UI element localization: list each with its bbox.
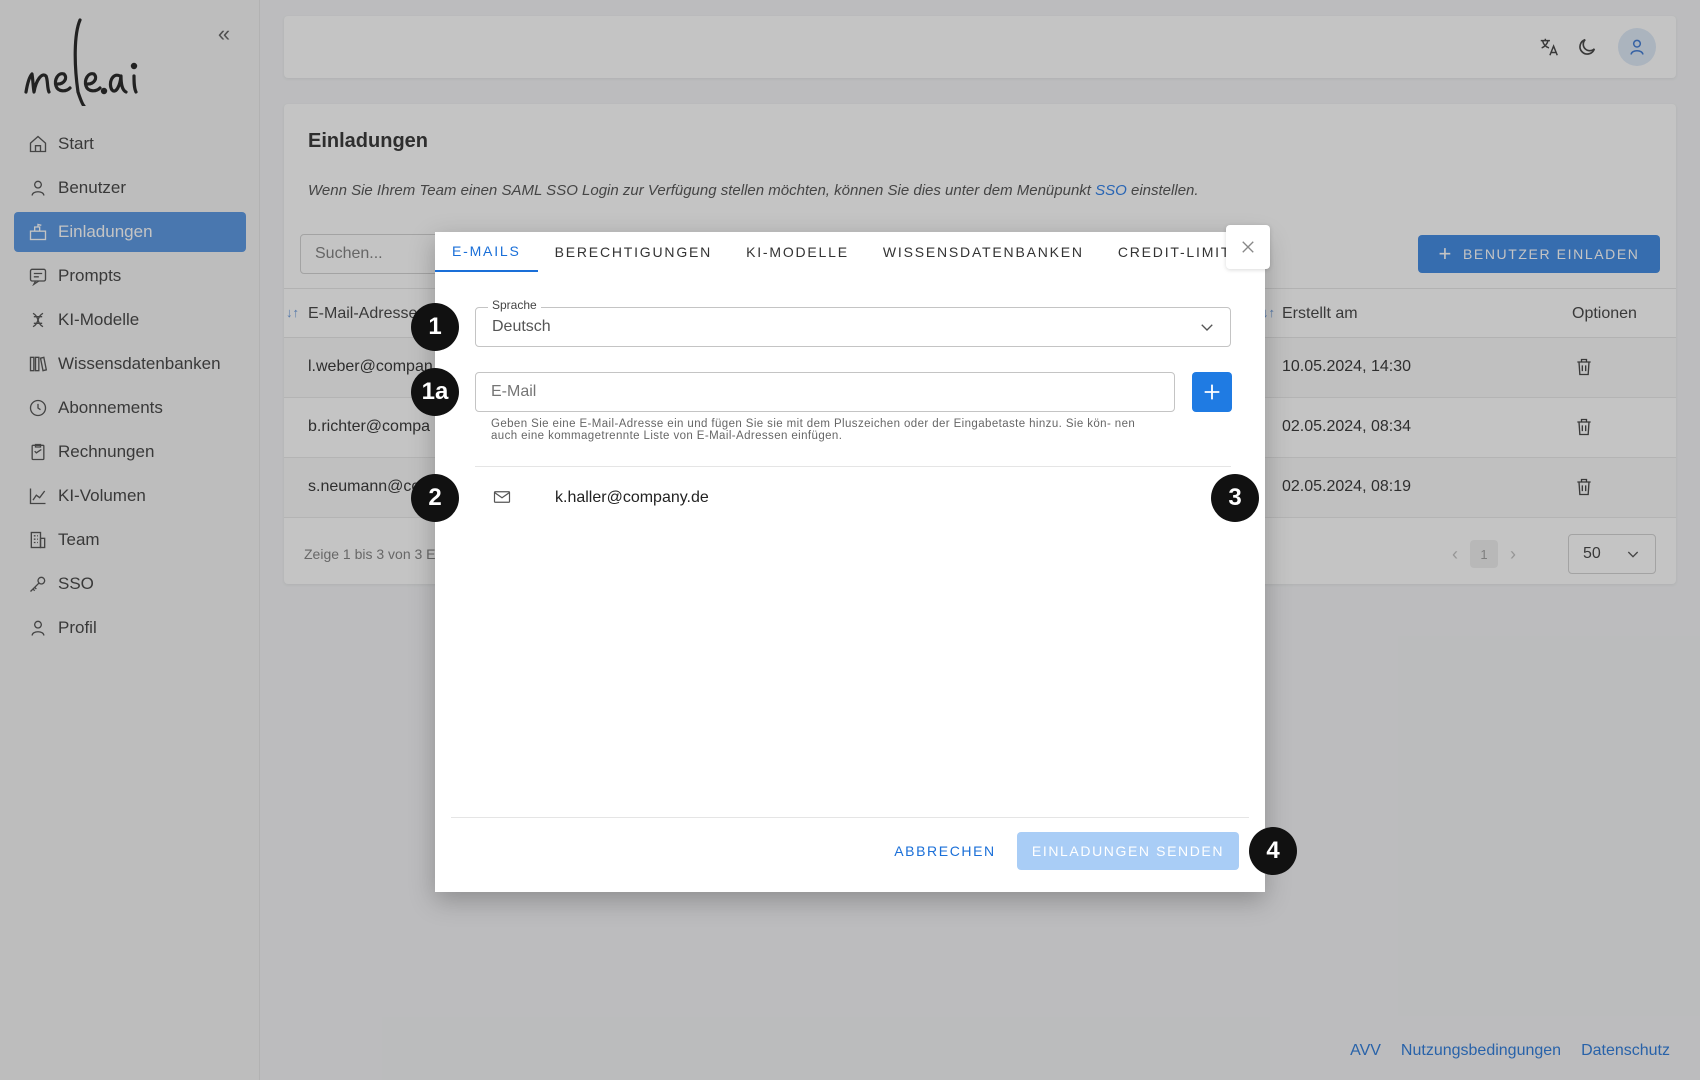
callout-badge-4: 4 xyxy=(1249,827,1297,875)
language-value: Deutsch xyxy=(492,318,551,335)
callout-badge-2: 2 xyxy=(411,474,459,522)
language-select[interactable]: Sprache Deutsch xyxy=(475,298,1231,347)
tab-emails[interactable]: E-MAILS xyxy=(435,232,538,272)
cancel-button[interactable]: ABBRECHEN xyxy=(885,832,1005,870)
added-email: k.haller@company.de xyxy=(555,489,709,506)
close-icon xyxy=(1242,241,1254,253)
added-email-row: k.haller@company.de xyxy=(475,467,1232,529)
mail-icon xyxy=(493,491,511,503)
invite-modal: E-MAILS BERECHTIGUNGEN KI-MODELLE WISSEN… xyxy=(435,225,1270,892)
tab-wissensdatenbanken[interactable]: WISSENSDATENBANKEN xyxy=(866,232,1101,272)
modal-tabs: E-MAILS BERECHTIGUNGEN KI-MODELLE WISSEN… xyxy=(435,232,1248,272)
send-invitations-button[interactable]: EINLADUNGEN SENDEN xyxy=(1017,832,1239,870)
close-modal-button[interactable] xyxy=(1226,225,1270,269)
callout-badge-1: 1 xyxy=(411,303,459,351)
divider xyxy=(451,817,1249,818)
plus-icon xyxy=(1204,384,1220,400)
callout-badge-1a: 1a xyxy=(411,368,459,416)
tab-berechtigungen[interactable]: BERECHTIGUNGEN xyxy=(538,232,729,272)
callout-badge-3: 3 xyxy=(1211,474,1259,522)
language-label: Sprache xyxy=(488,298,541,312)
tab-ki-modelle[interactable]: KI-MODELLE xyxy=(729,232,866,272)
email-helper-text: Geben Sie eine E-Mail-Adresse ein und fü… xyxy=(491,418,1136,442)
add-email-button[interactable] xyxy=(1192,372,1232,412)
chevron-down-icon xyxy=(1201,324,1213,331)
email-input[interactable] xyxy=(475,372,1175,412)
